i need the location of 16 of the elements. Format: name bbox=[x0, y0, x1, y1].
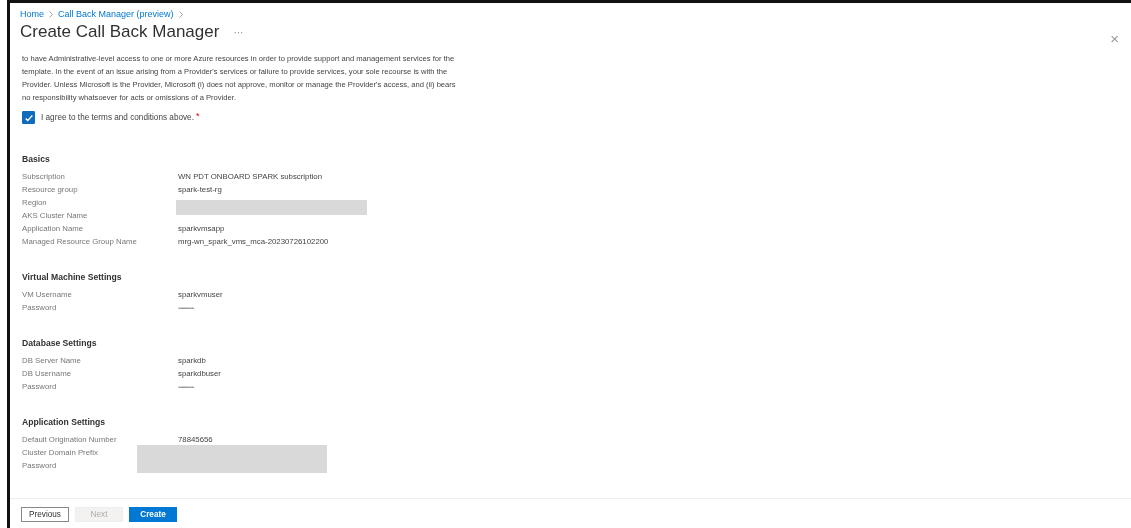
create-button[interactable]: Create bbox=[129, 507, 177, 522]
section-heading: Database Settings bbox=[22, 338, 98, 348]
chevron-icon bbox=[49, 10, 53, 18]
more-button[interactable]: ··· bbox=[233, 26, 244, 38]
section-heading: Virtual Machine Settings bbox=[22, 272, 123, 282]
section-heading: Application Settings bbox=[22, 417, 107, 427]
agree-label: I agree to the terms and conditions above. bbox=[41, 113, 194, 122]
required-mark: * bbox=[195, 111, 200, 121]
page-title: Create Call Back Manager bbox=[20, 22, 220, 42]
section-heading: Basics bbox=[22, 154, 51, 164]
close-button[interactable]: × bbox=[1110, 30, 1119, 47]
breadcrumb-link[interactable]: Call Back Manager (preview) bbox=[58, 9, 174, 19]
agree-checkbox[interactable] bbox=[22, 111, 35, 124]
previous-button[interactable]: Previous bbox=[21, 507, 69, 522]
breadcrumb-link[interactable]: Home bbox=[20, 9, 44, 19]
chevron-icon bbox=[178, 10, 183, 18]
